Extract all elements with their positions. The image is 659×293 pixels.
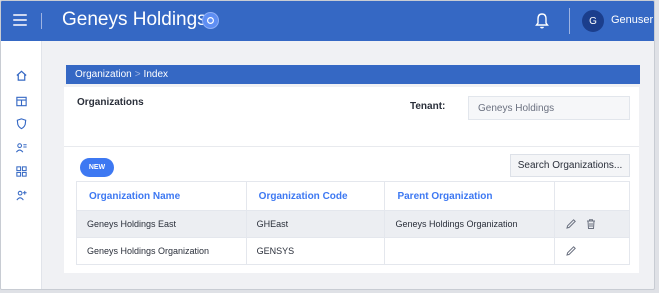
edit-icon[interactable] <box>565 245 577 257</box>
sidebar <box>1 41 42 289</box>
breadcrumb: Organization > Index <box>66 65 640 84</box>
breadcrumb-separator: > <box>134 69 141 80</box>
tenant-field[interactable]: Geneys Holdings <box>468 96 630 120</box>
app-title: Geneys Holdings <box>62 9 207 30</box>
bell-icon[interactable] <box>534 12 550 30</box>
avatar[interactable]: G <box>582 10 604 32</box>
cell-organization-name: Geneys Holdings East <box>76 210 247 238</box>
table-row[interactable]: Geneys Holdings Organization GENSYS <box>76 237 630 265</box>
table-header-row: Organization Name Organization Code Pare… <box>76 181 630 211</box>
hamburger-menu-icon[interactable] <box>13 14 27 26</box>
page-title: Organizations <box>77 97 144 108</box>
shield-icon[interactable] <box>15 117 28 130</box>
users-icon[interactable] <box>15 141 28 154</box>
organizations-table: Organization Name Organization Code Pare… <box>76 181 630 265</box>
search-organizations-button[interactable]: Search Organizations... <box>510 154 630 177</box>
grid-icon[interactable] <box>15 165 28 178</box>
cell-organization-name: Geneys Holdings Organization <box>76 237 247 265</box>
home-icon[interactable] <box>15 69 28 82</box>
new-button[interactable]: NEW <box>80 158 114 177</box>
app-window: Geneys Holdings G Genuser Organization > I… <box>0 0 655 290</box>
breadcrumb-page: Index <box>143 69 169 80</box>
user-settings-icon[interactable] <box>15 189 28 202</box>
divider <box>41 13 42 29</box>
divider <box>569 8 570 34</box>
column-header-code[interactable]: Organization Code <box>245 181 386 211</box>
username[interactable]: Genuser <box>611 14 653 26</box>
column-header-name[interactable]: Organization Name <box>76 181 247 211</box>
column-header-actions <box>554 181 630 211</box>
divider <box>64 146 639 147</box>
cell-parent-organization <box>384 237 556 265</box>
refresh-icon[interactable] <box>202 12 219 29</box>
table-icon[interactable] <box>15 95 28 108</box>
breadcrumb-section[interactable]: Organization <box>75 69 132 80</box>
top-bar: Geneys Holdings G Genuser <box>1 1 654 41</box>
edit-icon[interactable] <box>565 218 577 230</box>
cell-parent-organization: Geneys Holdings Organization <box>384 210 556 238</box>
cell-actions <box>554 210 630 238</box>
organizations-card: Organizations Tenant: Geneys Holdings NE… <box>64 87 639 273</box>
cell-organization-code: GENSYS <box>245 237 386 265</box>
cell-actions <box>554 237 630 265</box>
tenant-label: Tenant: <box>410 101 446 112</box>
cell-organization-code: GHEast <box>245 210 386 238</box>
column-header-parent[interactable]: Parent Organization <box>384 181 556 211</box>
delete-icon[interactable] <box>585 218 597 230</box>
table-row[interactable]: Geneys Holdings East GHEast Geneys Holdi… <box>76 210 630 238</box>
